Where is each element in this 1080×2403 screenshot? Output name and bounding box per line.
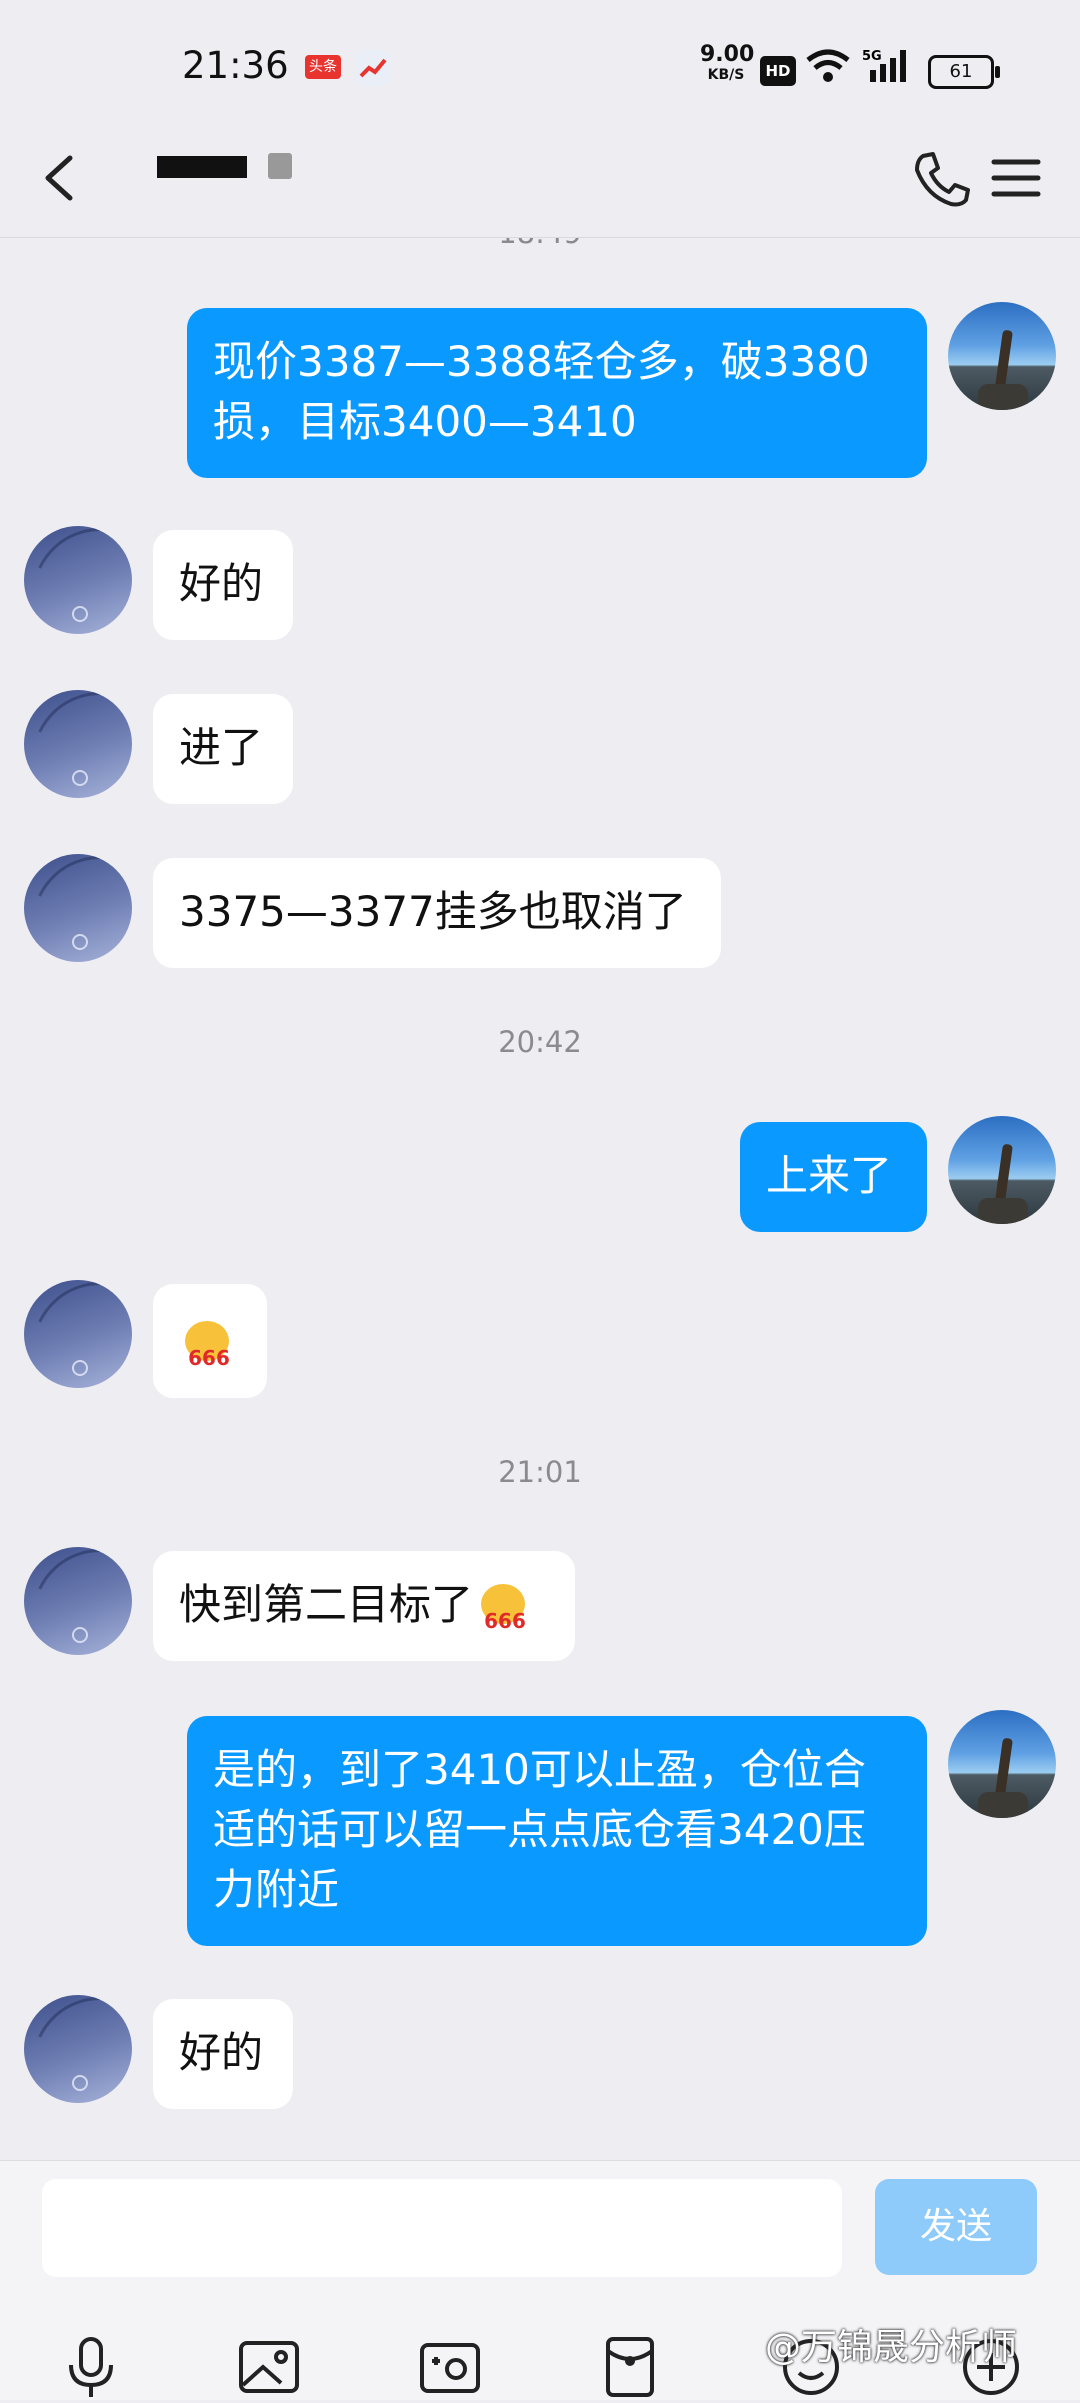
message-text: 快到第二目标了 <box>179 1580 474 1629</box>
my-avatar[interactable] <box>948 1116 1056 1224</box>
contact-avatar[interactable] <box>24 1547 132 1655</box>
wifi-icon <box>806 49 850 82</box>
stock-app-icon <box>355 50 391 86</box>
send-button[interactable]: 发送 <box>875 2179 1037 2275</box>
microphone-icon[interactable] <box>55 2331 127 2403</box>
my-avatar[interactable] <box>948 302 1056 410</box>
contact-avatar[interactable] <box>24 526 132 634</box>
666-sticker-icon: 666 <box>473 1583 533 1632</box>
device-icon <box>268 153 292 179</box>
my-avatar[interactable] <box>948 1710 1056 1818</box>
timestamp: 18:49 <box>0 238 1080 250</box>
message-bubble-other[interactable]: 3375—3377挂多也取消了 <box>153 858 721 968</box>
menu-button[interactable] <box>980 142 1052 214</box>
network-speed: 9.00 KB/S <box>700 42 755 84</box>
message-bubble-self[interactable]: 现价3387—3388轻仓多，破3380损，目标3400—3410 <box>187 308 927 478</box>
battery-icon: 61 <box>928 55 1000 89</box>
message-bubble-self[interactable]: 上来了 <box>740 1122 927 1232</box>
back-button[interactable] <box>28 142 100 214</box>
watermark-text: @万锦晟分析师 <box>765 2327 1018 2368</box>
message-bubble-other[interactable]: 好的 <box>153 1999 293 2109</box>
message-bubble-other[interactable]: 进了 <box>153 694 293 804</box>
message-bubble-other[interactable]: 好的 <box>153 530 293 640</box>
camera-icon[interactable] <box>414 2331 486 2403</box>
signal-icon: 5G <box>862 49 906 82</box>
status-time: 21:36 <box>182 44 289 87</box>
phone-call-button[interactable] <box>905 142 977 214</box>
message-bubble-sticker[interactable]: 666 <box>153 1284 267 1398</box>
toutiao-app-icon: 头条 <box>305 55 341 79</box>
chat-header <box>0 120 1080 238</box>
contact-avatar[interactable] <box>24 1280 132 1388</box>
hd-icon: HD <box>760 56 796 86</box>
contact-avatar[interactable] <box>24 690 132 798</box>
red-packet-icon[interactable] <box>594 2331 666 2403</box>
message-list[interactable]: 18:49 现价3387—3388轻仓多，破3380损，目标3400—3410 … <box>0 238 1080 2158</box>
message-bubble-self[interactable]: 是的，到了3410可以止盈，仓位合适的话可以留一点点底仓看3420压力附近 <box>187 1716 927 1946</box>
chat-title-redacted <box>157 156 247 178</box>
svg-text:5G: 5G <box>862 49 882 64</box>
666-sticker-icon: 666 <box>177 1320 237 1369</box>
timestamp: 20:42 <box>498 1025 582 1059</box>
contact-avatar[interactable] <box>24 854 132 962</box>
image-icon[interactable] <box>233 2331 305 2403</box>
contact-avatar[interactable] <box>24 1995 132 2103</box>
message-input[interactable] <box>42 2179 842 2277</box>
timestamp: 21:01 <box>498 1455 582 1489</box>
message-bubble-other[interactable]: 快到第二目标了 666 <box>153 1551 575 1661</box>
status-bar: 21:36 头条 9.00 KB/S HD 5G 61 <box>0 0 1080 120</box>
